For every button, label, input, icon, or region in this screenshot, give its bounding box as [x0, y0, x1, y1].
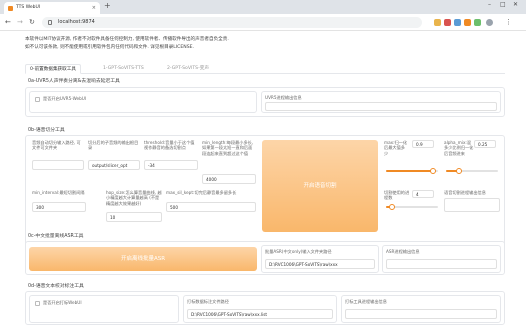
max-sil-input[interactable]: 500 — [166, 202, 256, 212]
extension-icon[interactable] — [474, 19, 481, 26]
max-slider[interactable] — [386, 168, 438, 174]
slice-output-dir[interactable]: output/slicer_opt — [88, 160, 140, 170]
label-webui-checkbox-label: 是否开启打标WebUI — [43, 300, 82, 305]
slice-status-output — [444, 198, 500, 212]
sec0d-title: 0d-语音文本校对标注工具 — [28, 284, 84, 289]
reload-icon[interactable]: ↻ — [29, 17, 35, 27]
label-file-box: 打标数据标注文件路径 D:\RVC1006\GPT-SoVITS\raw\xxx… — [183, 295, 337, 323]
sec0a-title: 0a-UVR5人声伴奏分离&去混响去延迟工具 — [28, 79, 120, 84]
min-length-input[interactable]: 4000 — [202, 174, 256, 184]
label-webui-checkbox[interactable] — [35, 301, 40, 306]
slice-status-label: 语音切割进程输出信息 — [444, 190, 486, 195]
extension-icon[interactable] — [464, 19, 471, 26]
close-window-button[interactable]: ✕ — [513, 1, 518, 8]
label-file-label: 打标数据标注文件路径 — [187, 299, 229, 304]
process-count-slider[interactable] — [386, 204, 438, 210]
asr-input-label: 批量ASR(中文only)输入文件夹路径 — [265, 249, 332, 254]
process-count-label: 切割使用的进程数 — [384, 190, 410, 201]
alpha-slider[interactable] — [446, 168, 498, 174]
sec0d-panel: 是否开启打标WebUI 打标数据标注文件路径 D:\RVC1006\GPT-So… — [25, 291, 505, 325]
sec0a-panel: 是否开启UVR5-WebUI UVR5进程输出信息 — [25, 87, 505, 117]
extension-icon[interactable] — [454, 19, 461, 26]
browser-tab[interactable]: TTS WebUI × — [4, 2, 100, 14]
tab-gpt-sovits-vc[interactable]: 2-GPT-SoVITS-变声 — [163, 64, 213, 74]
tab-dataset-tools[interactable]: 0-前置数据集获取工具 — [25, 64, 81, 74]
license-notice-line2: 如不认可该条款, 则不能使用或引用软件包内任何代码和文件. 详见根目录LICEN… — [25, 45, 194, 50]
start-asr-button[interactable]: 开启离线批量ASR — [29, 247, 257, 271]
tab-gpt-sovits-tts[interactable]: 1-GPT-SoVITS-TTS — [99, 64, 148, 74]
browser-tab-bar: TTS WebUI × + – □ ✕ — [0, 0, 526, 14]
asr-status-output — [386, 259, 497, 269]
favicon-icon — [8, 6, 13, 11]
main-tabs: 0-前置数据集获取工具 1-GPT-SoVITS-TTS 2-GPT-SoVIT… — [25, 64, 505, 74]
max-slider-fill — [386, 170, 433, 172]
alpha-label: alpha_mix:混多少比例归一化后音频进来 — [444, 140, 474, 156]
label-webui-checkbox-box: 是否开启打标WebUI — [29, 295, 179, 323]
info-icon[interactable] — [48, 20, 52, 25]
url-text: localhost:9874 — [58, 19, 95, 25]
process-count-slider-knob[interactable] — [389, 204, 396, 210]
hop-size-input[interactable]: 10 — [106, 212, 162, 222]
browser-tab-title: TTS WebUI — [16, 5, 41, 10]
start-slicing-button[interactable]: 开启语音切割 — [262, 140, 378, 232]
label-status-box: 打标工具进程输出信息 — [341, 295, 501, 323]
uvr5-status-label: UVR5进程输出信息 — [265, 95, 302, 100]
uvr5-status-box: UVR5进程输出信息 — [261, 91, 501, 113]
sec0c-title: 0c-中文批量离线ASR工具 — [28, 234, 84, 239]
menu-icon[interactable]: ⋮ — [505, 17, 512, 27]
extension-icon[interactable] — [434, 19, 441, 26]
license-notice-line1: 本软件以MIT协议开源, 作者不对软件具备任何控制力, 使用软件者、传播软件导出… — [25, 37, 229, 42]
profile-icon[interactable] — [486, 19, 493, 26]
forward-icon[interactable]: → — [17, 17, 23, 27]
maximize-button[interactable]: □ — [500, 1, 506, 8]
asr-input-path[interactable]: D:\RVC1006\GPT-SoVITS\raw\xxx — [265, 259, 375, 269]
min-interval-input[interactable]: 300 — [32, 202, 86, 212]
label-file-path[interactable]: D:\RVC1006\GPT-SoVITS\raw\xxx.list — [187, 309, 333, 319]
asr-input-box: 批量ASR(中文only)输入文件夹路径 D:\RVC1006\GPT-SoVI… — [261, 245, 379, 273]
uvr5-checkbox-box: 是否开启UVR5-WebUI — [29, 91, 257, 113]
sec0c-panel: 开启离线批量ASR 批量ASR(中文only)输入文件夹路径 D:\RVC100… — [25, 241, 505, 275]
max-number[interactable]: 0.9 — [412, 140, 434, 148]
max-label: max:归一化后最大值多少 — [384, 140, 408, 156]
address-bar: ← → ↻ localhost:9874 ⋮ — [0, 14, 526, 31]
min-length-label: min_length:每段最小多长, 如果第一段太短一直和后面段连起来直到超过这… — [202, 140, 254, 156]
threshold-label: threshold:音量小于这个值视作静音的备选切割点 — [144, 140, 195, 151]
page-content: 本软件以MIT协议开源, 作者不对软件具备任何控制力, 使用软件者、传播软件导出… — [0, 31, 526, 326]
extension-icon[interactable] — [444, 19, 451, 26]
sec0b-title: 0b-语音切分工具 — [28, 128, 65, 133]
asr-status-box: ASR进程输出信息 — [382, 245, 501, 273]
slice-input-path[interactable] — [32, 160, 84, 170]
label-status-label: 打标工具进程输出信息 — [345, 299, 387, 304]
uvr5-checkbox[interactable] — [35, 97, 40, 102]
slice-input-label: 音频自动切分输入路径, 可文件可文件夹 — [32, 140, 81, 151]
threshold-input[interactable]: -34 — [144, 160, 198, 170]
min-interval-label: min_interval:最短切割间隔 — [32, 190, 85, 195]
max-slider-knob[interactable] — [429, 168, 436, 174]
new-tab-button[interactable]: + — [104, 1, 111, 10]
asr-status-label: ASR进程输出信息 — [386, 249, 420, 254]
minimize-button[interactable]: – — [488, 1, 491, 8]
uvr5-status-output — [265, 102, 497, 111]
uvr5-checkbox-label: 是否开启UVR5-WebUI — [43, 96, 87, 101]
alpha-slider-knob[interactable] — [456, 168, 462, 174]
label-status-output — [345, 309, 497, 319]
url-field[interactable]: localhost:9874 — [42, 17, 422, 28]
close-tab-icon[interactable]: × — [92, 2, 96, 14]
hop-size-label: hop_size:怎么算音量曲线, 越小精度越大计算量越高 (不是精度越大效果越… — [106, 190, 162, 206]
max-sil-label: max_sil_kept:切完后静音最多留多长 — [166, 190, 237, 195]
slice-output-label: 切分后的子音频的输出根目录 — [88, 140, 139, 151]
alpha-number[interactable]: 0.25 — [474, 140, 496, 148]
back-icon[interactable]: ← — [5, 17, 11, 27]
process-count-number[interactable]: 4 — [412, 190, 434, 198]
